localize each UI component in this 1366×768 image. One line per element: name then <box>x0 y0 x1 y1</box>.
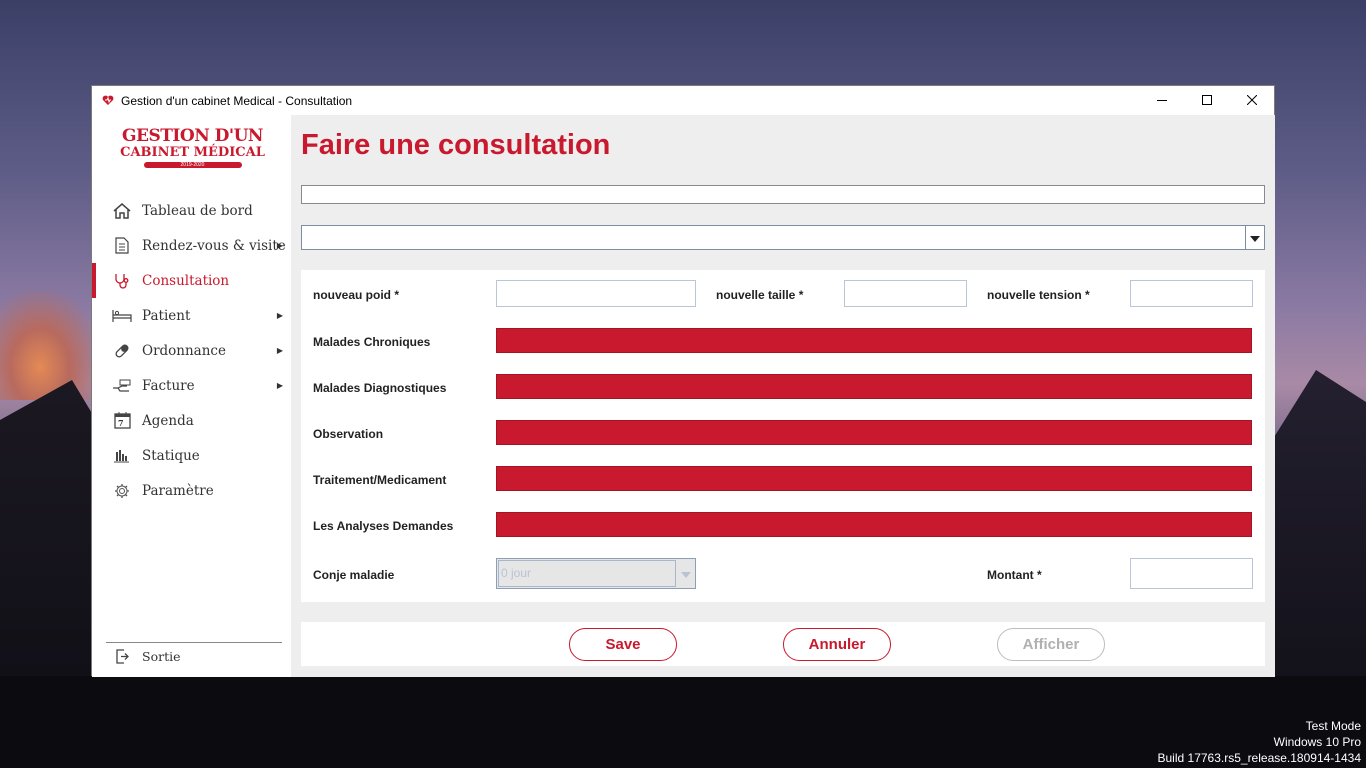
sidebar-item-ordonnance[interactable]: Ordonnance ▶ <box>92 333 291 368</box>
maximize-icon <box>1201 92 1212 110</box>
hand-money-icon <box>111 375 133 397</box>
chronic-diseases-field[interactable] <box>496 328 1252 353</box>
sidebar-item-label: Agenda <box>142 412 194 429</box>
submenu-arrow-icon: ▶ <box>276 346 283 355</box>
sidebar-item-label: Sortie <box>142 649 181 664</box>
weight-input[interactable] <box>496 280 696 307</box>
sick-leave-select[interactable]: 0 jour <box>496 558 696 589</box>
os-watermark: Test Mode Windows 10 Pro Build 17763.rs5… <box>1158 718 1362 766</box>
sidebar-item-label: Rendez-vous & visite <box>142 237 286 254</box>
amount-label: Montant * <box>987 568 1042 582</box>
sidebar-item-label: Facture <box>142 377 195 394</box>
chronic-diseases-label: Malades Chroniques <box>313 335 431 349</box>
chevron-down-icon <box>680 565 691 583</box>
maximize-button[interactable] <box>1184 86 1229 115</box>
sidebar: GESTION D'UN CABINET MÉDICAL 2019-2020 T… <box>92 115 291 677</box>
sick-leave-label: Conje maladie <box>313 568 395 582</box>
diagnostic-diseases-label: Malades Diagnostiques <box>313 381 447 395</box>
action-bar: Save Annuler Afficher <box>301 622 1265 666</box>
app-window: Gestion d'un cabinet Medical - Consultat… <box>91 85 1275 677</box>
show-button[interactable]: Afficher <box>997 628 1105 661</box>
sidebar-item-tableau-de-bord[interactable]: Tableau de bord <box>92 193 291 228</box>
app-heart-icon <box>101 94 115 108</box>
cancel-button[interactable]: Annuler <box>783 628 891 661</box>
weight-label: nouveau poid * <box>313 288 400 302</box>
patient-select[interactable] <box>301 225 1265 250</box>
bar-chart-icon <box>111 445 133 467</box>
tension-label: nouvelle tension * <box>987 288 1090 302</box>
gear-icon <box>111 480 133 502</box>
height-input[interactable] <box>844 280 967 307</box>
save-button[interactable]: Save <box>569 628 677 661</box>
observation-field[interactable] <box>496 420 1252 445</box>
height-label: nouvelle taille * <box>716 288 804 302</box>
watermark-line1: Test Mode <box>1305 719 1361 733</box>
sidebar-item-agenda[interactable]: 7 Agenda <box>92 403 291 438</box>
exit-icon <box>111 646 133 668</box>
treatment-label: Traitement/Medicament <box>313 473 447 487</box>
sidebar-item-label: Statique <box>142 447 200 464</box>
page-title: Faire une consultation <box>301 129 611 161</box>
chevron-down-icon <box>1250 229 1260 247</box>
treatment-field[interactable] <box>496 466 1252 491</box>
stethoscope-icon <box>111 270 133 292</box>
sidebar-item-label: Patient <box>142 307 191 324</box>
logo-years: 2019-2020 <box>143 162 242 168</box>
submenu-arrow-icon: ▶ <box>276 241 283 250</box>
sidebar-item-label: Tableau de bord <box>142 202 253 219</box>
patient-search-input[interactable] <box>301 185 1265 204</box>
sidebar-item-label: Ordonnance <box>142 342 226 359</box>
watermark-line3: Build 17763.rs5_release.180914-1434 <box>1157 751 1362 765</box>
sidebar-item-facture[interactable]: Facture ▶ <box>92 368 291 403</box>
sidebar-item-label: Paramètre <box>142 482 214 499</box>
document-icon <box>111 235 133 257</box>
sidebar-item-parametre[interactable]: Paramètre <box>92 473 291 508</box>
minimize-icon <box>1156 92 1167 110</box>
calendar-day: 7 <box>118 417 124 428</box>
analyses-label: Les Analyses Demandes <box>313 519 454 533</box>
consultation-form: nouveau poid * nouvelle taille * nouvell… <box>301 270 1265 602</box>
title-bar[interactable]: Gestion d'un cabinet Medical - Consultat… <box>92 86 1274 115</box>
main-content: Faire une consultation nouveau poid * no… <box>291 115 1275 677</box>
analyses-field[interactable] <box>496 512 1252 537</box>
home-icon <box>111 200 133 222</box>
window-title: Gestion d'un cabinet Medical - Consultat… <box>121 93 353 108</box>
tension-input[interactable] <box>1130 280 1253 307</box>
window-controls <box>1139 86 1274 115</box>
logo-line2: CABINET MÉDICAL <box>120 145 265 160</box>
sick-leave-value: 0 jour <box>498 560 676 587</box>
sidebar-item-rendez-vous[interactable]: Rendez-vous & visite ▶ <box>92 228 291 263</box>
watermark-line2: Windows 10 Pro <box>1273 735 1361 749</box>
logo-line1: GESTION D'UN <box>122 126 263 146</box>
app-logo: GESTION D'UN CABINET MÉDICAL 2019-2020 <box>120 127 265 177</box>
sidebar-item-consultation[interactable]: Consultation <box>92 263 291 298</box>
sick-leave-dropdown-button[interactable] <box>676 559 695 588</box>
close-button[interactable] <box>1229 86 1274 115</box>
diagnostic-diseases-field[interactable] <box>496 374 1252 399</box>
submenu-arrow-icon: ▶ <box>276 381 283 390</box>
minimize-button[interactable] <box>1139 86 1184 115</box>
dropdown-button[interactable] <box>1245 226 1264 249</box>
close-icon <box>1246 92 1257 110</box>
sidebar-item-label: Consultation <box>142 272 230 289</box>
sidebar-item-sortie[interactable]: Sortie <box>92 639 291 674</box>
submenu-arrow-icon: ▶ <box>276 311 283 320</box>
amount-input[interactable] <box>1130 558 1253 589</box>
sidebar-item-statique[interactable]: Statique <box>92 438 291 473</box>
sidebar-item-patient[interactable]: Patient ▶ <box>92 298 291 333</box>
desktop-sunset-glow <box>0 290 100 400</box>
pill-icon <box>111 340 133 362</box>
bed-icon <box>111 305 133 327</box>
observation-label: Observation <box>313 427 384 441</box>
calendar-icon: 7 <box>111 410 133 432</box>
